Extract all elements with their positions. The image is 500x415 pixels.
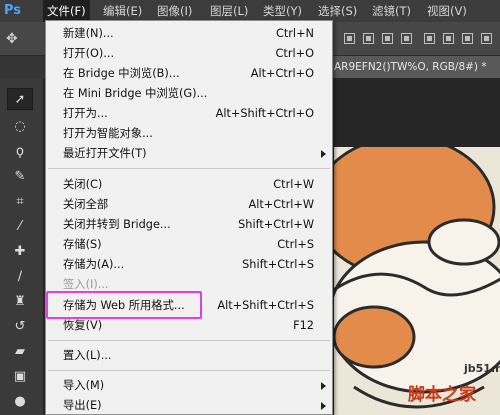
gradient-tool-icon[interactable]: ▣ [7, 366, 33, 388]
menu-item-import[interactable]: 导入(M) [46, 376, 332, 396]
submenu-arrow-icon [321, 150, 326, 158]
distribute-middle-icon[interactable] [443, 33, 454, 44]
align-top-icon[interactable] [344, 33, 355, 44]
menu-item-save-as[interactable]: 存储为(A)... Shift+Ctrl+S [46, 255, 332, 275]
menu-item-close-all[interactable]: 关闭全部 Alt+Ctrl+W [46, 195, 332, 215]
align-bottom-icon[interactable] [382, 33, 393, 44]
watermark-title: 脚本之家 [408, 385, 476, 405]
menu-view[interactable]: 视图(V) [423, 0, 471, 22]
healing-brush-tool-icon[interactable]: ✚ [7, 241, 33, 263]
menu-type[interactable]: 类型(Y) [259, 0, 306, 22]
photoshop-logo: Ps [4, 3, 22, 18]
menu-select[interactable]: 选择(S) [314, 0, 361, 22]
blur-tool-icon[interactable]: ● [7, 391, 33, 413]
watermark: jb51.net 脚本之家 [408, 362, 500, 415]
menu-item-close-and-go-to-bridge[interactable]: 关闭并转到 Bridge... Shift+Ctrl+W [46, 215, 332, 235]
menu-separator [48, 340, 330, 341]
highlight-box [46, 291, 202, 319]
menu-item-recent-files[interactable]: 最近打开文件(T) [46, 144, 332, 164]
align-left-icon[interactable] [401, 33, 412, 44]
tools-panel: ➚ ◌ ϙ ✎ ⌗ ⁄ ✚ ∕ ♜ ↺ ▰ ▣ ● [0, 78, 44, 415]
history-brush-tool-icon[interactable]: ↺ [7, 316, 33, 338]
move-tool-icon[interactable]: ➚ [7, 88, 33, 110]
menu-item-open-as-smart-object[interactable]: 打开为智能对象... [46, 124, 332, 144]
menu-item-open-as[interactable]: 打开为... Alt+Shift+Ctrl+O [46, 104, 332, 124]
eyedropper-tool-icon[interactable]: ⁄ [7, 216, 33, 238]
menu-item-open[interactable]: 打开(O)... Ctrl+O [46, 44, 332, 64]
menu-item-revert[interactable]: 恢复(V) F12 [46, 316, 332, 336]
distribute-bottom-icon[interactable] [462, 33, 473, 44]
submenu-arrow-icon [321, 402, 326, 410]
menu-edit[interactable]: 编辑(E) [99, 0, 146, 22]
menu-item-save[interactable]: 存储(S) Ctrl+S [46, 235, 332, 255]
crop-tool-icon[interactable]: ⌗ [7, 191, 33, 213]
menu-layer[interactable]: 图层(L) [206, 0, 252, 22]
menu-file[interactable]: 文件(F) [43, 0, 90, 22]
menu-item-new[interactable]: 新建(N)... Ctrl+N [46, 24, 332, 44]
distribute-top-icon[interactable] [424, 33, 435, 44]
clone-stamp-tool-icon[interactable]: ♜ [7, 291, 33, 313]
quick-select-tool-icon[interactable]: ✎ [7, 166, 33, 188]
menu-separator [48, 370, 330, 371]
align-middle-icon[interactable] [363, 33, 374, 44]
eraser-tool-icon[interactable]: ▰ [7, 341, 33, 363]
menu-item-export[interactable]: 导出(E) [46, 396, 332, 415]
menu-separator [48, 168, 330, 169]
distribute-left-icon[interactable] [481, 33, 492, 44]
move-tool-icon[interactable]: ✥ [6, 31, 22, 47]
watermark-site: jb51.net [464, 362, 500, 375]
menu-filter[interactable]: 滤镜(T) [368, 0, 415, 22]
menu-item-close[interactable]: 关闭(C) Ctrl+W [46, 175, 332, 195]
submenu-arrow-icon [321, 382, 326, 390]
brush-tool-icon[interactable]: ∕ [7, 266, 33, 288]
menu-item-browse-in-bridge[interactable]: 在 Bridge 中浏览(B)... Alt+Ctrl+O [46, 64, 332, 84]
menu-image[interactable]: 图像(I) [153, 0, 196, 22]
menu-bar: Ps 文件(F) 编辑(E) 图像(I) 图层(L) 类型(Y) 选择(S) 滤… [0, 0, 500, 22]
file-menu-dropdown: 新建(N)... Ctrl+N 打开(O)... Ctrl+O 在 Bridge… [45, 20, 333, 415]
menu-item-place[interactable]: 置入(L)... [46, 346, 332, 366]
lasso-tool-icon[interactable]: ϙ [7, 141, 33, 163]
menu-item-browse-in-mini-bridge[interactable]: 在 Mini Bridge 中浏览(G)... [46, 84, 332, 104]
marquee-tool-icon[interactable]: ◌ [7, 116, 33, 138]
